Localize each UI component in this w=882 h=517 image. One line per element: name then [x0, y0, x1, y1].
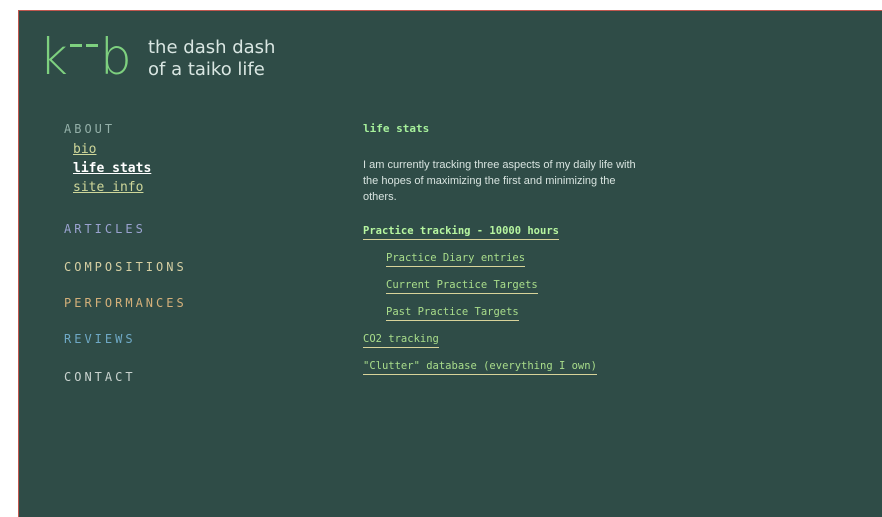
- nav-item-site-info[interactable]: site info: [73, 178, 151, 197]
- list-item: Practice Diary entries: [363, 246, 783, 273]
- nav-section-contact[interactable]: CONTACT: [64, 369, 136, 385]
- logo-dash-1: [69, 44, 82, 47]
- about-subitems: bio life stats site info: [73, 140, 151, 197]
- list-item: Past Practice Targets: [363, 300, 783, 327]
- page-frame: k b the dash dash of a taiko life ABOUT …: [18, 10, 882, 517]
- list-item: Current Practice Targets: [363, 273, 783, 300]
- practice-tracking-link[interactable]: Practice tracking - 10000 hours: [363, 224, 559, 240]
- sidebar-nav: ABOUT bio life stats site info ARTICLES …: [64, 121, 184, 384]
- list-item: CO2 tracking: [363, 327, 783, 354]
- nav-item-life-stats[interactable]: life stats: [73, 159, 151, 178]
- nav-section-compositions[interactable]: COMPOSITIONS: [64, 259, 187, 275]
- site-logo[interactable]: k b: [39, 31, 132, 83]
- page-title: life stats: [363, 122, 430, 135]
- practice-diary-link[interactable]: Practice Diary entries: [386, 251, 526, 267]
- site-tagline: the dash dash of a taiko life: [148, 37, 275, 81]
- list-item: "Clutter" database (everything I own): [363, 354, 783, 381]
- tagline-line-1: the dash dash: [148, 37, 276, 58]
- logo-letter-k: k: [39, 28, 68, 86]
- tracking-links: Practice tracking - 10000 hours Practice…: [363, 219, 783, 381]
- current-practice-targets-link[interactable]: Current Practice Targets: [386, 278, 538, 294]
- past-practice-targets-link[interactable]: Past Practice Targets: [386, 305, 519, 321]
- nav-section-about[interactable]: ABOUT: [64, 121, 151, 137]
- main-content: life stats I am currently tracking three…: [363, 121, 783, 381]
- intro-text: I am currently tracking three aspects of…: [363, 159, 636, 203]
- nav-section-performances[interactable]: PERFORMANCES: [64, 295, 187, 311]
- logo-letter-b: b: [99, 28, 132, 86]
- nav-section-reviews[interactable]: REVIEWS: [64, 331, 136, 347]
- tagline-line-2: of a taiko life: [148, 59, 265, 80]
- logo-dash-2: [85, 44, 98, 47]
- clutter-database-link[interactable]: "Clutter" database (everything I own): [363, 359, 597, 375]
- co2-tracking-link[interactable]: CO2 tracking: [363, 332, 439, 348]
- nav-section-articles[interactable]: ARTICLES: [64, 221, 146, 237]
- nav-item-bio[interactable]: bio: [73, 140, 151, 159]
- list-item: Practice tracking - 10000 hours: [363, 219, 783, 246]
